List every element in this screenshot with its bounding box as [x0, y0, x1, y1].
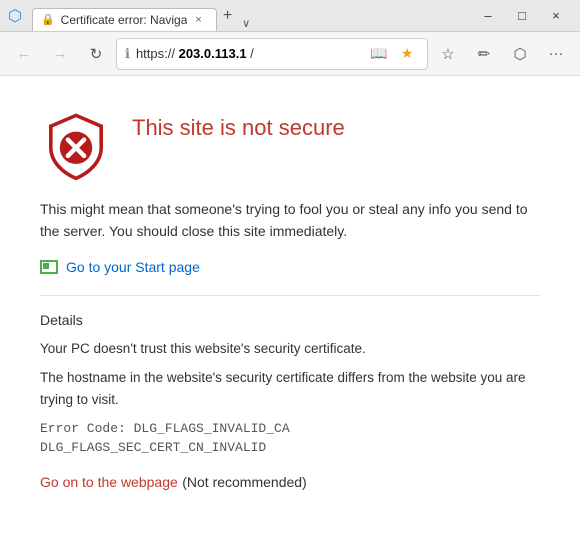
nav-right-icons: ☆ ✏ ⬡ ···	[432, 38, 572, 70]
details-section: Details Your PC doesn't trust this websi…	[40, 295, 540, 492]
tab-close-button[interactable]: ×	[193, 13, 203, 27]
error-code-line1: Error Code: DLG_FLAGS_INVALID_CA	[40, 419, 540, 439]
details-text-2: The hostname in the website's security c…	[40, 367, 540, 410]
minimize-button[interactable]: –	[472, 0, 504, 32]
details-label: Details	[40, 312, 540, 328]
tab-area: 🔒 Certificate error: Naviga × + ∨	[32, 2, 254, 30]
close-button[interactable]: ×	[540, 0, 572, 32]
not-recommended-label: (Not recommended)	[182, 474, 307, 490]
error-container: This site is not secure This might mean …	[40, 106, 540, 492]
address-text: https:// 203.0.113.1 /	[136, 46, 361, 61]
nav-bar: ← → ↻ ℹ https:// 203.0.113.1 / 📖 ★ ☆ ✏ ⬡…	[0, 32, 580, 76]
url-host: 203.0.113.1	[179, 46, 247, 61]
share-button[interactable]: ⬡	[504, 38, 536, 70]
error-code-line2: DLG_FLAGS_SEC_CERT_CN_INVALID	[40, 438, 540, 458]
go-on-link[interactable]: Go on to the webpage	[40, 474, 178, 490]
shield-icon	[40, 110, 112, 182]
error-header: This site is not secure	[40, 106, 540, 182]
title-bar: ⬡ 🔒 Certificate error: Naviga × + ∨ – □ …	[0, 0, 580, 32]
favorites-star-button[interactable]: ★	[395, 42, 419, 66]
title-bar-right: – □ ×	[472, 0, 572, 32]
error-code: Error Code: DLG_FLAGS_INVALID_CA DLG_FLA…	[40, 419, 540, 458]
new-tab-button[interactable]: +	[217, 2, 238, 30]
address-bar[interactable]: ℹ https:// 203.0.113.1 / 📖 ★	[116, 38, 428, 70]
forward-button[interactable]: →	[44, 38, 76, 70]
web-note-button[interactable]: ✏	[468, 38, 500, 70]
start-page-label: Go to your Start page	[66, 259, 200, 275]
active-tab[interactable]: 🔒 Certificate error: Naviga ×	[32, 8, 217, 31]
tab-dropdown-button[interactable]: ∨	[238, 17, 254, 30]
page-content: This site is not secure This might mean …	[0, 76, 580, 554]
browser-icon: ⬡	[8, 6, 22, 26]
address-icons: 📖 ★	[367, 42, 419, 66]
title-bar-left: ⬡ 🔒 Certificate error: Naviga × + ∨	[8, 2, 254, 30]
back-button[interactable]: ←	[8, 38, 40, 70]
start-page-icon	[40, 260, 58, 274]
maximize-button[interactable]: □	[506, 0, 538, 32]
tab-title: Certificate error: Naviga	[61, 13, 188, 27]
tab-favicon-icon: 🔒	[41, 13, 55, 26]
reading-view-button[interactable]: 📖	[367, 42, 391, 66]
start-page-link[interactable]: Go to your Start page	[40, 259, 540, 275]
hub-button[interactable]: ☆	[432, 38, 464, 70]
refresh-button[interactable]: ↻	[80, 38, 112, 70]
details-text-1: Your PC doesn't trust this website's sec…	[40, 338, 540, 360]
error-title: This site is not secure	[132, 114, 345, 143]
error-description: This might mean that someone's trying to…	[40, 198, 540, 243]
security-info-icon[interactable]: ℹ	[125, 46, 130, 62]
go-on-section: Go on to the webpage (Not recommended)	[40, 474, 540, 492]
more-button[interactable]: ···	[540, 38, 572, 70]
